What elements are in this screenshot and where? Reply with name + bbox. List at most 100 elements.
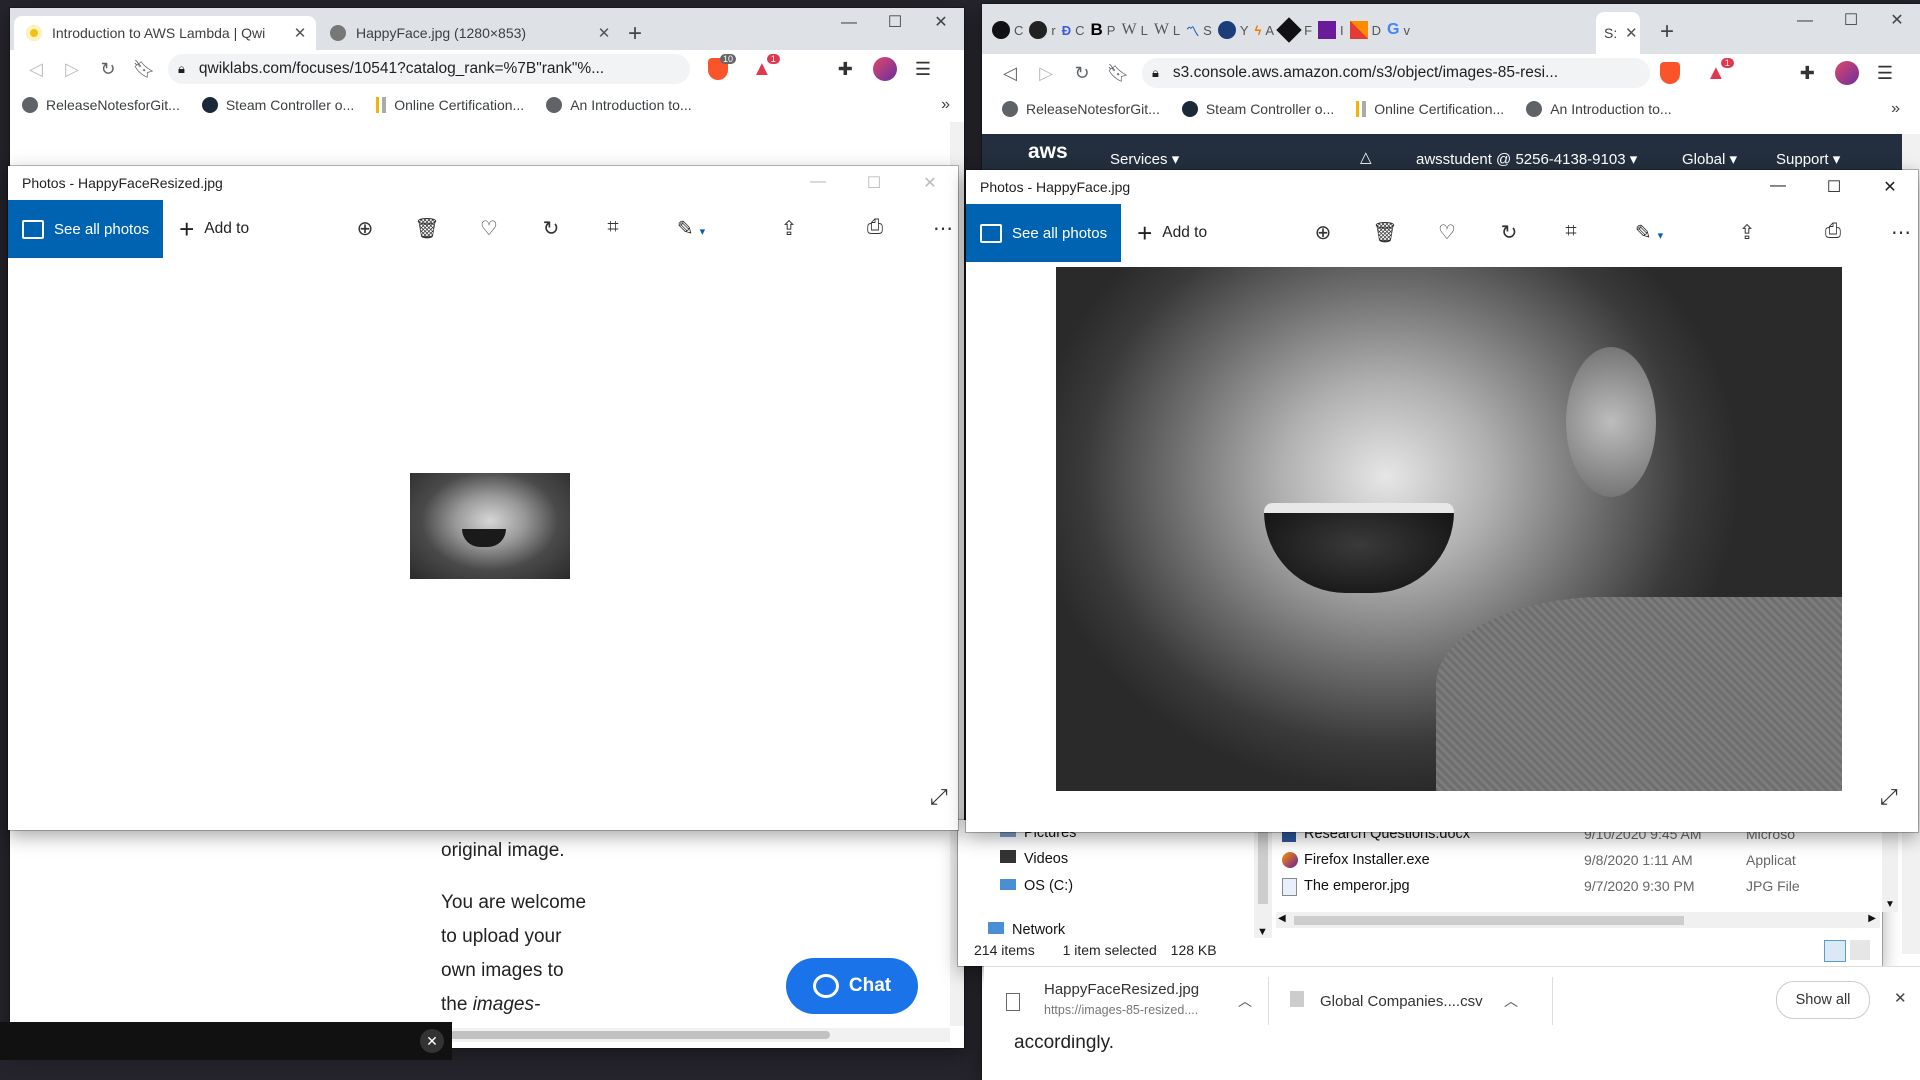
bell-icon[interactable]: △: [1360, 148, 1372, 166]
bookmark-item[interactable]: Online Certification...: [1356, 101, 1504, 117]
crop-icon[interactable]: ⌗: [1556, 220, 1586, 243]
reload-icon[interactable]: ↻: [90, 59, 126, 80]
delete-icon[interactable]: 🗑︎: [412, 216, 442, 241]
scroll-down-icon[interactable]: ▼: [1257, 926, 1268, 938]
tab-letter[interactable]: C: [1075, 23, 1084, 38]
bookmark-item[interactable]: ReleaseNotesforGit...: [1002, 101, 1160, 117]
print-icon[interactable]: ⎙: [860, 216, 890, 239]
minimize-icon[interactable]: —: [1782, 6, 1828, 40]
bookmark-item[interactable]: An Introduction to...: [546, 97, 692, 113]
profile-avatar[interactable]: [1834, 61, 1859, 85]
new-tab-button[interactable]: +: [1660, 18, 1674, 46]
download-item[interactable]: Global Companies....csv ︿: [1290, 979, 1530, 1023]
details-view-icon[interactable]: [1824, 940, 1846, 962]
scroll-down-icon[interactable]: ▼: [1885, 899, 1895, 910]
nav-item-network[interactable]: Network: [988, 922, 1065, 936]
nav-scrollbar[interactable]: ▼: [1254, 820, 1272, 938]
minimize-icon[interactable]: —: [1750, 177, 1806, 197]
tab-letter[interactable]: r: [1051, 23, 1055, 38]
file-row[interactable]: The emperor.jpg 9/7/2020 9:30 PM JPG Fil…: [1276, 876, 1876, 900]
fullscreen-icon[interactable]: ⤢: [1880, 784, 1898, 810]
chevron-up-icon[interactable]: ︿: [1238, 991, 1252, 1011]
nav-item-videos[interactable]: Videos: [1000, 850, 1068, 867]
bold-b-icon[interactable]: B: [1091, 20, 1103, 40]
forward-icon[interactable]: ▷: [1028, 63, 1064, 84]
account-menu[interactable]: awsstudent @ 5256-4138-9103 ▾: [1416, 150, 1637, 168]
show-all-button[interactable]: Show all: [1776, 981, 1870, 1019]
close-icon[interactable]: ✕: [902, 173, 958, 193]
lambda-icon[interactable]: ϟ: [1255, 23, 1262, 38]
brave-rewards-icon[interactable]: ▲ 1: [752, 53, 780, 81]
tab-letter[interactable]: Y: [1240, 23, 1249, 38]
tab-happyface[interactable]: HappyFace.jpg (1280×853) ✕: [318, 16, 620, 50]
new-tab-button[interactable]: +: [628, 20, 642, 48]
tab-icon[interactable]: Ɖ: [1062, 23, 1071, 38]
bookmark-item[interactable]: Steam Controller o...: [201, 97, 354, 113]
tab-letter[interactable]: L: [1173, 23, 1180, 38]
back-icon[interactable]: ◁: [18, 59, 54, 80]
tab-letter[interactable]: C: [1014, 23, 1023, 38]
tab-letter[interactable]: F: [1304, 23, 1312, 38]
aws-logo[interactable]: aws: [1028, 140, 1068, 164]
edit-icon[interactable]: ✎ ▾: [676, 216, 706, 241]
fullscreen-icon[interactable]: ⤢: [930, 784, 948, 810]
wikipedia-icon[interactable]: W: [1121, 21, 1136, 39]
brave-shields-icon[interactable]: [1660, 62, 1680, 84]
chat-button[interactable]: Chat: [786, 958, 918, 1014]
chevron-up-icon[interactable]: ︿: [1504, 991, 1518, 1011]
share-icon[interactable]: ⇪: [1732, 220, 1762, 245]
minimize-icon[interactable]: —: [826, 8, 872, 42]
tab-letter[interactable]: I: [1340, 23, 1344, 38]
tab-letter[interactable]: L: [1141, 23, 1148, 38]
tab-letter[interactable]: D: [1372, 23, 1381, 38]
delete-icon[interactable]: 🗑︎: [1370, 220, 1400, 245]
add-to-button[interactable]: + Add to: [1137, 220, 1207, 246]
add-to-button[interactable]: + Add to: [179, 216, 249, 242]
bookmarks-overflow-icon[interactable]: »: [1891, 100, 1900, 118]
maximize-icon[interactable]: ☐: [846, 173, 902, 193]
see-all-photos-button[interactable]: See all photos: [966, 204, 1122, 262]
rotate-icon[interactable]: ↻: [536, 216, 566, 241]
edit-icon[interactable]: ✎ ▾: [1634, 220, 1664, 245]
tab-letter[interactable]: A: [1265, 23, 1274, 38]
bookmark-icon[interactable]: 🔖︎: [126, 59, 162, 80]
print-icon[interactable]: ⎙: [1818, 220, 1848, 243]
address-bar[interactable]: 🔒︎ s3.console.aws.amazon.com/s3/object/i…: [1142, 58, 1650, 88]
close-downloads-icon[interactable]: ✕: [1894, 989, 1907, 1007]
maximize-icon[interactable]: ☐: [872, 8, 918, 42]
scroll-left-icon[interactable]: ◀: [1278, 913, 1286, 924]
close-icon[interactable]: ✕: [420, 1029, 444, 1053]
region-menu[interactable]: Global ▾: [1682, 150, 1737, 168]
reload-icon[interactable]: ↻: [1064, 63, 1100, 84]
tab-icon[interactable]: [1318, 21, 1337, 39]
brave-shields-icon[interactable]: 10: [708, 54, 736, 80]
address-bar[interactable]: 🔒︎ qwiklabs.com/focuses/10541?catalog_ra…: [168, 54, 690, 84]
close-icon[interactable]: ✕: [918, 8, 964, 42]
favorite-icon[interactable]: ♡: [474, 216, 504, 241]
bookmark-item[interactable]: An Introduction to...: [1526, 101, 1672, 117]
menu-icon[interactable]: ☰: [915, 59, 931, 80]
zoom-icon[interactable]: ⊕: [350, 216, 380, 241]
bookmark-item[interactable]: ReleaseNotesforGit...: [22, 97, 180, 113]
more-icon[interactable]: ⋯: [1886, 220, 1916, 245]
close-icon[interactable]: ✕: [1862, 177, 1918, 197]
menu-icon[interactable]: ☰: [1877, 63, 1893, 84]
google-icon[interactable]: G: [1387, 21, 1399, 39]
close-tab-icon[interactable]: ✕: [1621, 24, 1640, 42]
github-icon[interactable]: [1029, 21, 1048, 39]
maximize-icon[interactable]: ☐: [1806, 177, 1862, 197]
bookmark-icon[interactable]: 🔖︎: [1100, 63, 1136, 84]
minimize-icon[interactable]: —: [790, 173, 846, 193]
forward-icon[interactable]: ▷: [54, 59, 90, 80]
services-menu[interactable]: Services ▾: [1110, 150, 1179, 168]
brave-rewards-icon[interactable]: ▲ 1: [1706, 57, 1734, 85]
tab-icon[interactable]: [1276, 17, 1302, 43]
wikipedia-icon[interactable]: W: [1154, 21, 1169, 39]
back-icon[interactable]: ◁: [992, 63, 1028, 84]
tab-letter[interactable]: S: [1203, 23, 1212, 38]
extensions-icon[interactable]: ✚: [838, 59, 853, 80]
close-icon[interactable]: ✕: [1874, 6, 1920, 40]
tab-s3-console[interactable]: S: ✕: [1596, 12, 1640, 54]
tab-letter[interactable]: v: [1404, 23, 1411, 38]
close-tab-icon[interactable]: ✕: [290, 24, 310, 42]
